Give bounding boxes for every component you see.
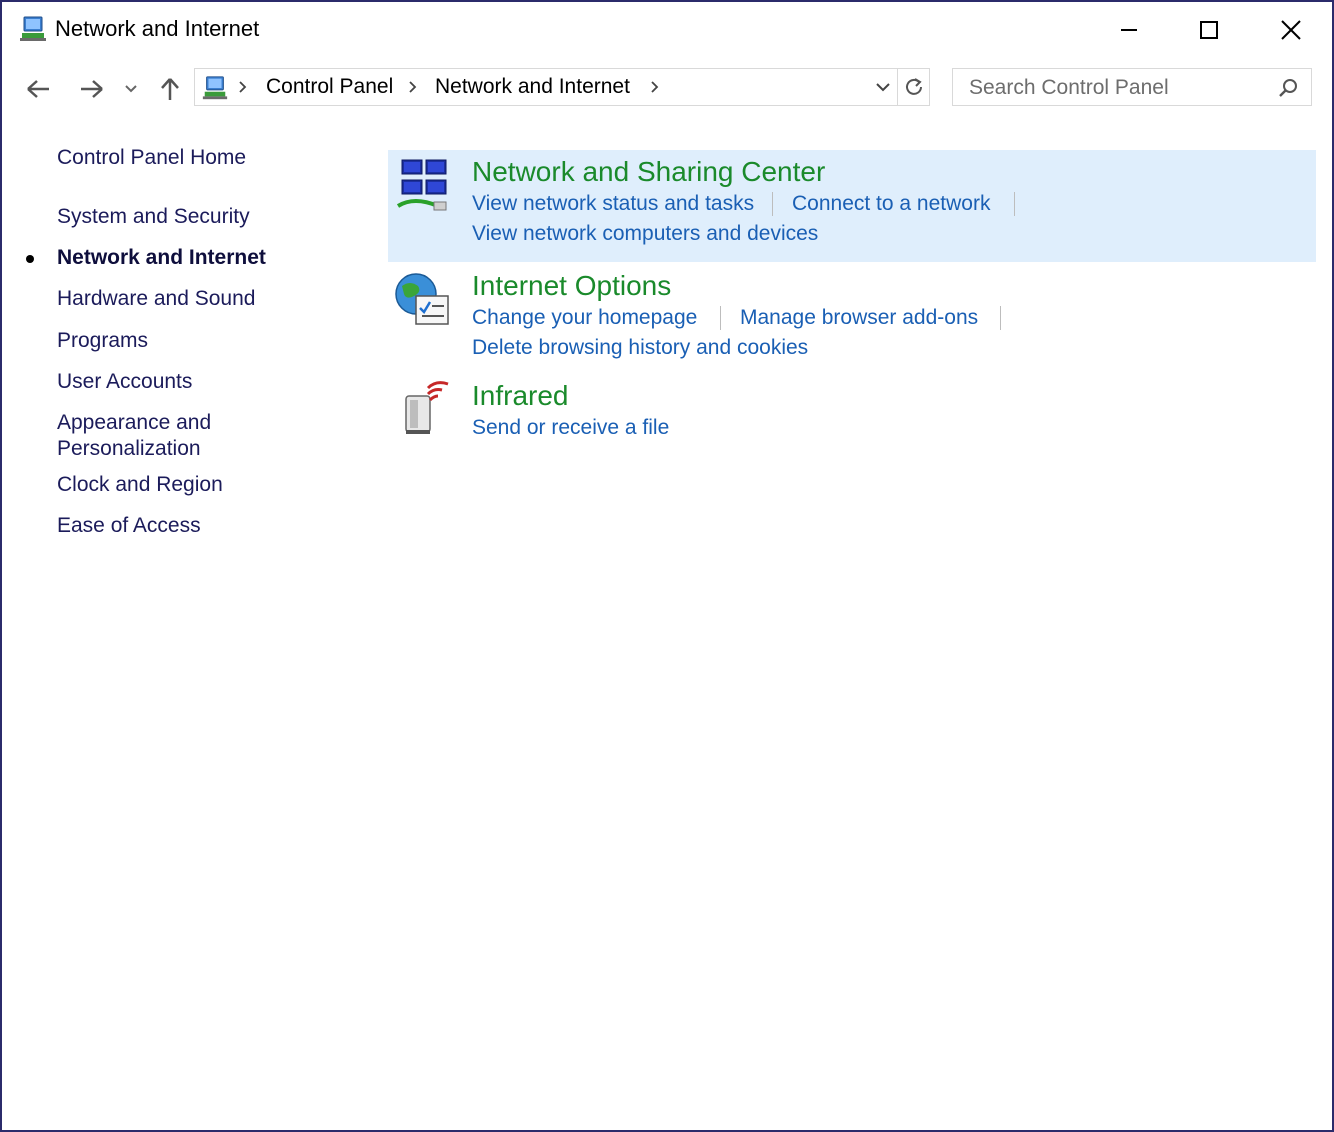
sidebar-item-programs[interactable]: Programs [57,328,148,354]
delete-browsing-history-link[interactable]: Delete browsing history and cookies [472,336,808,360]
internet-options-icon[interactable] [392,270,452,330]
current-item-bullet [26,255,34,263]
task-separator [1000,306,1001,330]
network-folder-icon [202,76,228,100]
sidebar-item-clock-and-region[interactable]: Clock and Region [57,472,223,498]
chevron-down-icon [125,85,137,93]
sidebar-item-control-panel-home[interactable]: Control Panel Home [57,145,246,171]
sidebar-item-appearance-line1[interactable]: Appearance and [57,410,211,436]
category-network-and-sharing-center[interactable]: Network and Sharing Center View network … [388,150,1316,262]
search-icon[interactable] [1277,77,1299,99]
minimize-button[interactable] [1088,2,1170,58]
chevron-right-icon[interactable] [649,78,661,96]
address-dropdown-button[interactable] [871,69,895,105]
network-sharing-icon[interactable] [394,156,454,216]
infrared-icon[interactable] [398,380,458,440]
search-input[interactable] [967,75,1271,101]
connect-to-network-link[interactable]: Connect to a network [792,192,990,216]
search-box[interactable] [952,68,1312,106]
sidebar-item-ease-of-access[interactable]: Ease of Access [57,513,201,539]
chevron-right-icon [239,81,247,93]
task-separator [1014,192,1015,216]
minimize-icon [1121,29,1137,31]
refresh-icon [906,78,922,95]
sidebar-item-hardware-and-sound[interactable]: Hardware and Sound [57,286,255,312]
breadcrumb-control-panel[interactable]: Control Panel [266,75,393,99]
task-separator [720,306,721,330]
internet-options-link[interactable]: Internet Options [472,270,671,302]
window-title: Network and Internet [55,16,260,41]
maximize-icon [1200,21,1218,39]
back-arrow-icon [27,80,49,98]
sidebar-item-appearance-line2[interactable]: Personalization [57,436,201,462]
close-icon [1281,20,1301,40]
title-bar: Network and Internet [2,2,1332,58]
forward-arrow-icon [81,80,103,98]
close-button[interactable] [1250,2,1332,58]
network-folder-icon [20,16,46,41]
up-arrow-icon [161,78,179,100]
breadcrumb-network-and-internet[interactable]: Network and Internet [435,75,630,99]
view-network-computers-link[interactable]: View network computers and devices [472,222,818,246]
refresh-button[interactable] [897,69,930,105]
control-panel-window: Network and Internet Control Panel Netwo… [0,0,1334,1132]
category-internet-options[interactable]: Internet Options Change your homepage Ma… [388,264,1316,368]
category-infrared[interactable]: Infrared Send or receive a file [388,376,1316,456]
view-network-status-link[interactable]: View network status and tasks [472,192,754,216]
back-button[interactable] [18,68,58,110]
maximize-button[interactable] [1168,2,1250,58]
network-and-sharing-center-link[interactable]: Network and Sharing Center [472,156,825,188]
up-button[interactable] [150,68,190,110]
recent-locations-button[interactable] [116,68,146,110]
change-homepage-link[interactable]: Change your homepage [472,306,697,330]
task-separator [772,192,773,216]
chevron-right-icon[interactable] [407,78,419,96]
sidebar-item-network-and-internet: Network and Internet [57,246,266,269]
forward-button[interactable] [72,68,112,110]
chevron-down-icon [876,83,890,92]
send-or-receive-file-link[interactable]: Send or receive a file [472,416,669,440]
sidebar-item-user-accounts[interactable]: User Accounts [57,369,192,395]
address-bar[interactable]: Control Panel Network and Internet [194,68,930,106]
sidebar-item-system-and-security[interactable]: System and Security [57,204,250,230]
manage-browser-add-ons-link[interactable]: Manage browser add-ons [740,306,978,330]
infrared-link[interactable]: Infrared [472,380,569,412]
